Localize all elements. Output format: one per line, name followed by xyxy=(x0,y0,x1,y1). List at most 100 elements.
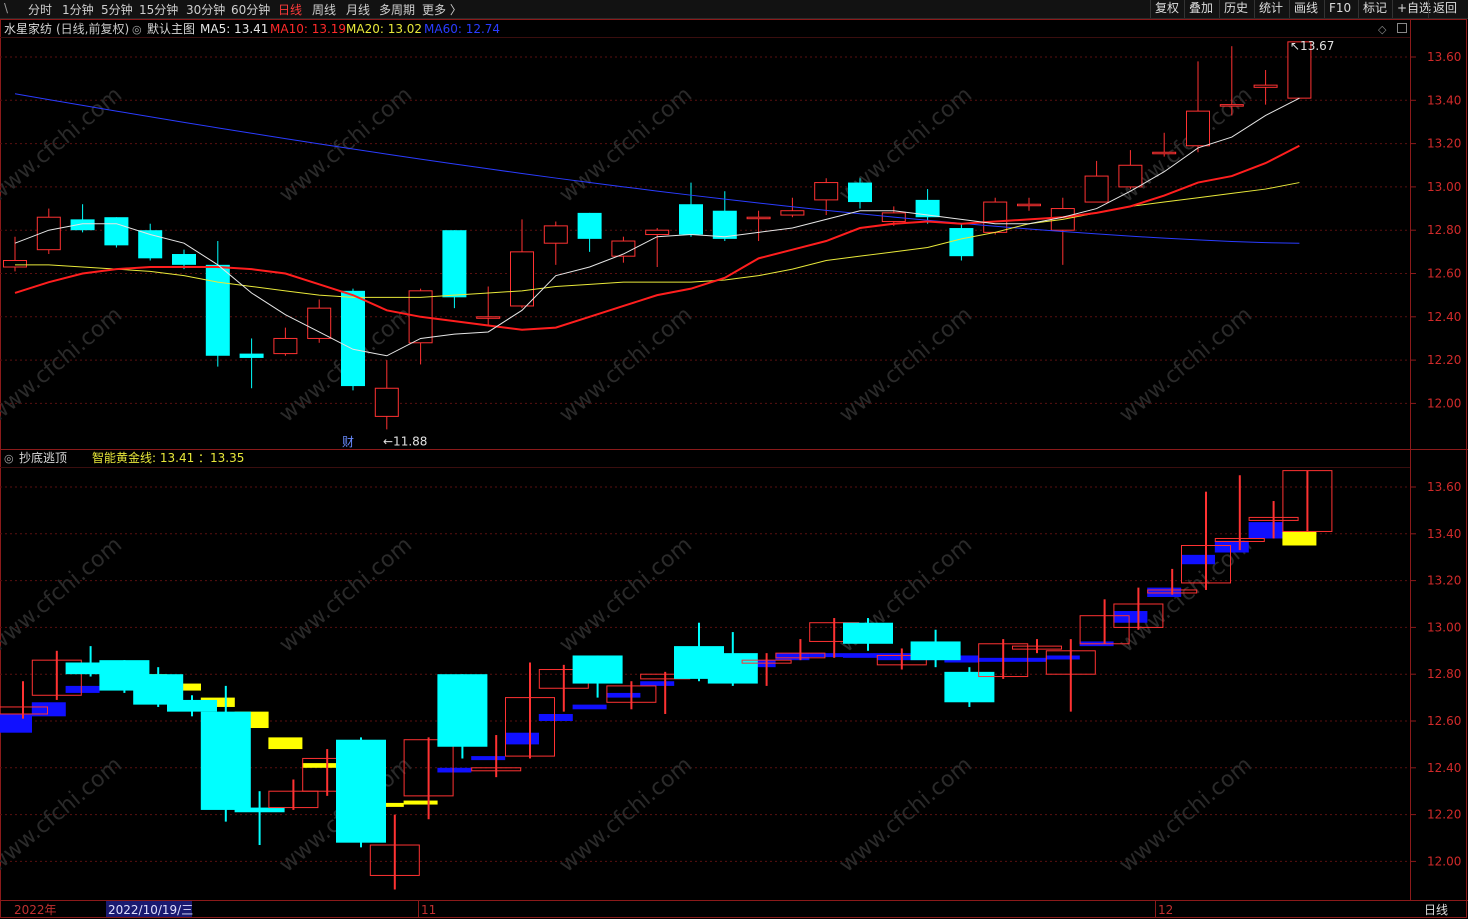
blue-band-step xyxy=(65,685,100,693)
candle-body-up xyxy=(1118,164,1143,188)
month-label: 11 xyxy=(421,903,436,917)
indicator-name: 抄底逃顶 xyxy=(19,450,67,465)
candle-body-down xyxy=(239,353,264,358)
gold-band-step xyxy=(1282,531,1317,546)
period-tab-10[interactable]: 更多 〉 xyxy=(422,1,462,18)
toolbar: \ 分时 1分钟 5分钟 15分钟 30分钟 60分钟 日线 周线 月线 多周期 更多 〉 复权 叠加 历史… xyxy=(0,0,1468,19)
watermark-text: www.cfchi.com xyxy=(275,532,417,657)
candle-body-up xyxy=(510,251,534,307)
candle-body-up xyxy=(273,337,298,355)
candle-body-down xyxy=(577,212,602,239)
period-tab-2[interactable]: 5分钟 xyxy=(101,1,133,18)
sub-y-tick-label: 12.00 xyxy=(1427,854,1461,868)
blue-band-step xyxy=(1045,655,1080,660)
candle-body-down xyxy=(70,219,95,231)
finance-marker: 财 xyxy=(342,435,354,449)
sub-y-tick-label: 13.40 xyxy=(1427,527,1461,541)
main-y-tick-label: 12.40 xyxy=(1427,310,1461,324)
sub-candle-body-down xyxy=(910,641,961,661)
blue-band-step xyxy=(606,692,641,698)
gold-band-step xyxy=(403,800,438,805)
candle-body-down xyxy=(172,254,196,265)
gold-band-step xyxy=(302,763,337,768)
gold-line-label: 智能黄金线: 13.41 ：13.35 xyxy=(92,450,244,465)
toolbar-button-8[interactable]: 返回 xyxy=(1428,0,1461,18)
watermark-text: www.cfchi.com xyxy=(555,532,697,657)
sub-y-tick-label: 12.60 xyxy=(1427,714,1461,728)
panel-settings-icon: ◎ xyxy=(132,23,142,36)
toolbar-button-1[interactable]: 叠加 xyxy=(1184,0,1217,18)
watermark-text: www.cfchi.com xyxy=(0,302,127,427)
blue-band-step xyxy=(640,681,675,686)
year-label: 2022年 xyxy=(14,903,57,917)
toolbar-button-4[interactable]: 画线 xyxy=(1289,0,1322,18)
ma-label: MA60: 12.74 xyxy=(424,22,500,36)
blue-band-step xyxy=(505,732,539,745)
blue-band-step xyxy=(1181,554,1215,565)
watermark-text: www.cfchi.com xyxy=(1115,302,1257,427)
sub-candle-body-down xyxy=(572,655,623,684)
toolbar-button-0[interactable]: 复权 xyxy=(1150,0,1183,18)
blue-band-step xyxy=(1147,587,1182,597)
toolbar-button-2[interactable]: 历史 xyxy=(1219,0,1252,18)
blue-band-step xyxy=(1113,611,1148,623)
blue-band-step xyxy=(471,756,506,761)
period-tab-7[interactable]: 周线 xyxy=(312,1,336,18)
sub-y-tick-label: 12.80 xyxy=(1427,667,1461,681)
ma-label: MA10: 13.19 xyxy=(270,22,346,36)
period-tab-8[interactable]: 月线 xyxy=(346,1,370,18)
back-button[interactable]: \ xyxy=(4,1,8,15)
candle-body-down xyxy=(712,210,737,239)
watermark-text: www.cfchi.com xyxy=(0,532,127,657)
sub-candle-body-down xyxy=(437,674,488,747)
candle-body-up xyxy=(746,216,771,220)
ma-label: MA20: 13.02 xyxy=(346,22,422,36)
main-y-tick-label: 12.60 xyxy=(1427,267,1461,281)
watermark-text: www.cfchi.com xyxy=(555,82,697,207)
candle-body-up xyxy=(1152,151,1177,155)
toolbar-button-5[interactable]: F10 xyxy=(1324,0,1355,18)
sub-y-tick-label: 13.60 xyxy=(1427,480,1461,494)
candle-body-up xyxy=(1084,175,1109,203)
candle-body-down xyxy=(104,217,129,246)
sub-y-tick-label: 13.00 xyxy=(1427,620,1461,634)
candle-body-up xyxy=(374,387,399,417)
sub-candle-body-down xyxy=(707,653,758,684)
candle-body-up xyxy=(983,201,1008,233)
toolbar-button-6[interactable]: 标记 xyxy=(1358,0,1391,18)
candle-body-up xyxy=(476,316,501,319)
toolbar-button-3[interactable]: 统计 xyxy=(1254,0,1287,18)
blue-band-step xyxy=(978,657,1013,662)
cursor-date-label: 2022/10/19/三 xyxy=(108,903,193,917)
candle-body-down xyxy=(341,290,365,387)
main-y-tick-label: 12.00 xyxy=(1427,396,1461,410)
stock-name: 水星家纺 xyxy=(4,21,52,36)
diamond-icon: ◇ xyxy=(1378,23,1387,36)
period-label: 日线 xyxy=(1424,903,1448,917)
high-price-marker: ↖13.67 xyxy=(1290,39,1334,53)
sub-y-tick-label: 13.20 xyxy=(1427,574,1461,588)
sub-settings-icon: ◎ xyxy=(4,452,14,465)
period-tab-9[interactable]: 多周期 xyxy=(379,1,415,18)
candle-body-down xyxy=(205,264,230,356)
blue-band-step xyxy=(437,767,472,773)
period-tab-5[interactable]: 60分钟 xyxy=(231,1,270,18)
candle-body-up xyxy=(3,260,27,268)
watermark-text: www.cfchi.com xyxy=(1115,82,1257,207)
candle-body-up xyxy=(307,307,332,339)
period-tab-0[interactable]: 分时 xyxy=(28,1,52,18)
low-price-marker: ←11.88 xyxy=(383,434,427,448)
blue-band-step xyxy=(809,653,844,658)
period-tab-4[interactable]: 30分钟 xyxy=(186,1,225,18)
sub-y-tick-label: 12.40 xyxy=(1427,761,1461,775)
month-label: 12 xyxy=(1158,903,1173,917)
candle-body-up xyxy=(780,210,805,216)
candle-body-up xyxy=(814,182,839,201)
period-tab-6[interactable]: 日线 xyxy=(278,1,302,18)
candle-body-up xyxy=(1186,110,1210,147)
period-tab-3[interactable]: 15分钟 xyxy=(139,1,178,18)
panel-maximize-icon xyxy=(1397,23,1407,33)
main-y-tick-label: 13.00 xyxy=(1427,180,1461,194)
period-tab-1[interactable]: 1分钟 xyxy=(62,1,94,18)
main-y-tick-label: 12.80 xyxy=(1427,223,1461,237)
